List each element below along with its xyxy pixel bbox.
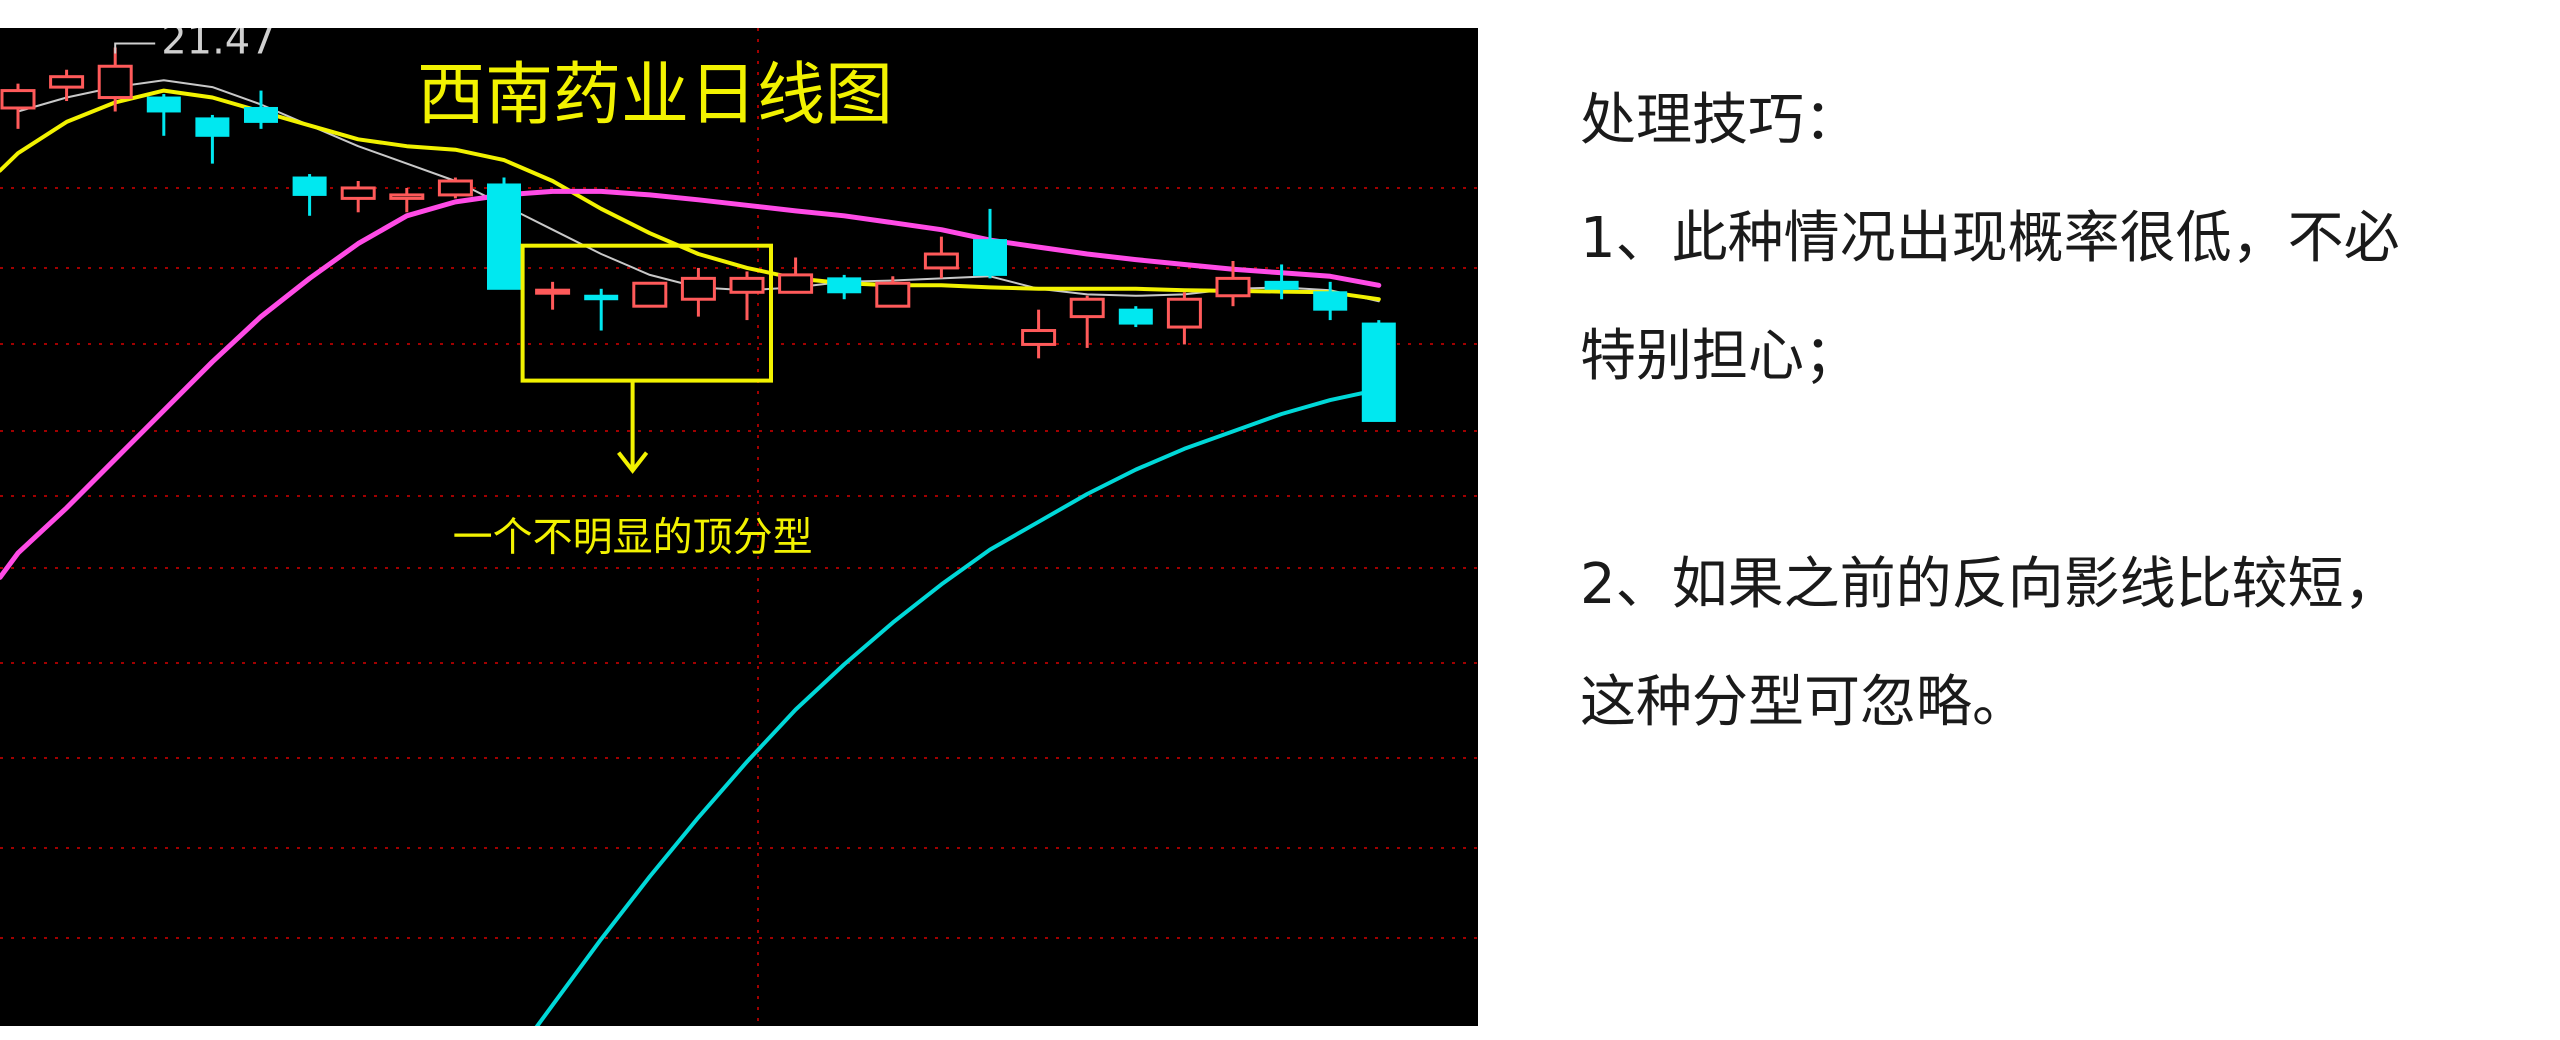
candle-body xyxy=(195,117,230,137)
candle xyxy=(1118,306,1153,328)
candle-body xyxy=(729,276,765,294)
candle xyxy=(729,271,765,321)
candle-body xyxy=(1313,291,1348,311)
candle xyxy=(778,257,814,294)
candle-body xyxy=(437,179,473,197)
candle-body xyxy=(389,193,425,200)
candle-body xyxy=(632,281,668,308)
candle xyxy=(0,83,36,129)
candle-body xyxy=(340,186,376,200)
candle-body xyxy=(1069,297,1105,319)
candle xyxy=(487,177,521,290)
max-price-leader xyxy=(114,42,156,54)
candle-body xyxy=(1021,329,1057,346)
candle-body xyxy=(146,96,181,113)
candle-body xyxy=(923,252,959,270)
candlestick-chart-panel: 21.47 一个不明显的顶分型 西南药业日线图 xyxy=(0,28,1478,1026)
candle-body xyxy=(487,183,521,290)
candle xyxy=(973,208,1007,279)
tip-item-2-line-1: 2、如果之前的反向影线比较短， xyxy=(1580,552,2400,617)
candle-body xyxy=(973,239,1007,276)
candle xyxy=(49,69,85,102)
candle xyxy=(1069,295,1105,348)
candle xyxy=(437,177,473,199)
candle-body xyxy=(875,281,911,308)
candle xyxy=(340,181,376,213)
candle xyxy=(97,47,133,112)
candle xyxy=(244,90,278,129)
candle-body xyxy=(244,106,278,123)
candle xyxy=(1166,292,1202,345)
candle xyxy=(827,274,862,300)
candle xyxy=(1361,320,1396,422)
candle xyxy=(535,281,571,310)
chart-title: 西南药业日线图 xyxy=(417,56,893,135)
candle-body xyxy=(292,176,327,196)
candle-body xyxy=(0,89,36,110)
candle xyxy=(632,281,668,308)
candle xyxy=(923,236,959,279)
candle-body xyxy=(49,75,85,89)
candle xyxy=(389,187,425,213)
candle xyxy=(146,94,181,136)
tips-panel: 处理技巧： 1、此种情况出现概率很低，不必 特别担心； 2、如果之前的反向影线比… xyxy=(1580,62,2540,762)
candle xyxy=(1021,309,1057,359)
candle xyxy=(292,174,327,216)
annotation-label: 一个不明显的顶分型 xyxy=(453,515,813,561)
candle-body xyxy=(535,288,571,295)
ma-line xyxy=(534,387,1381,1026)
tips-heading: 处理技巧： xyxy=(1580,88,1860,153)
candle-body xyxy=(1118,308,1153,325)
candle-body xyxy=(680,276,716,301)
candle-body xyxy=(1264,280,1299,290)
candle xyxy=(1313,281,1348,321)
candle xyxy=(680,267,716,317)
candle-body xyxy=(584,294,619,301)
tip-item-2-line-2: 这种分型可忽略。 xyxy=(1580,670,2028,735)
candle-body xyxy=(1361,322,1396,422)
candle xyxy=(584,288,619,331)
max-price-label: 21.47 xyxy=(161,28,276,63)
candle-body xyxy=(778,273,814,294)
tips-spacer xyxy=(1580,416,2540,526)
tip-item-1-line-1: 1、此种情况出现概率很低，不必 xyxy=(1580,206,2400,271)
candle-body xyxy=(1166,297,1202,329)
candle-body xyxy=(827,277,862,294)
tip-item-1-line-2: 特别担心； xyxy=(1580,324,1860,389)
candle-body xyxy=(97,64,133,100)
candle-body xyxy=(1215,276,1251,298)
candlestick-chart: 21.47 一个不明显的顶分型 西南药业日线图 xyxy=(0,28,1478,1026)
candle xyxy=(195,114,230,164)
